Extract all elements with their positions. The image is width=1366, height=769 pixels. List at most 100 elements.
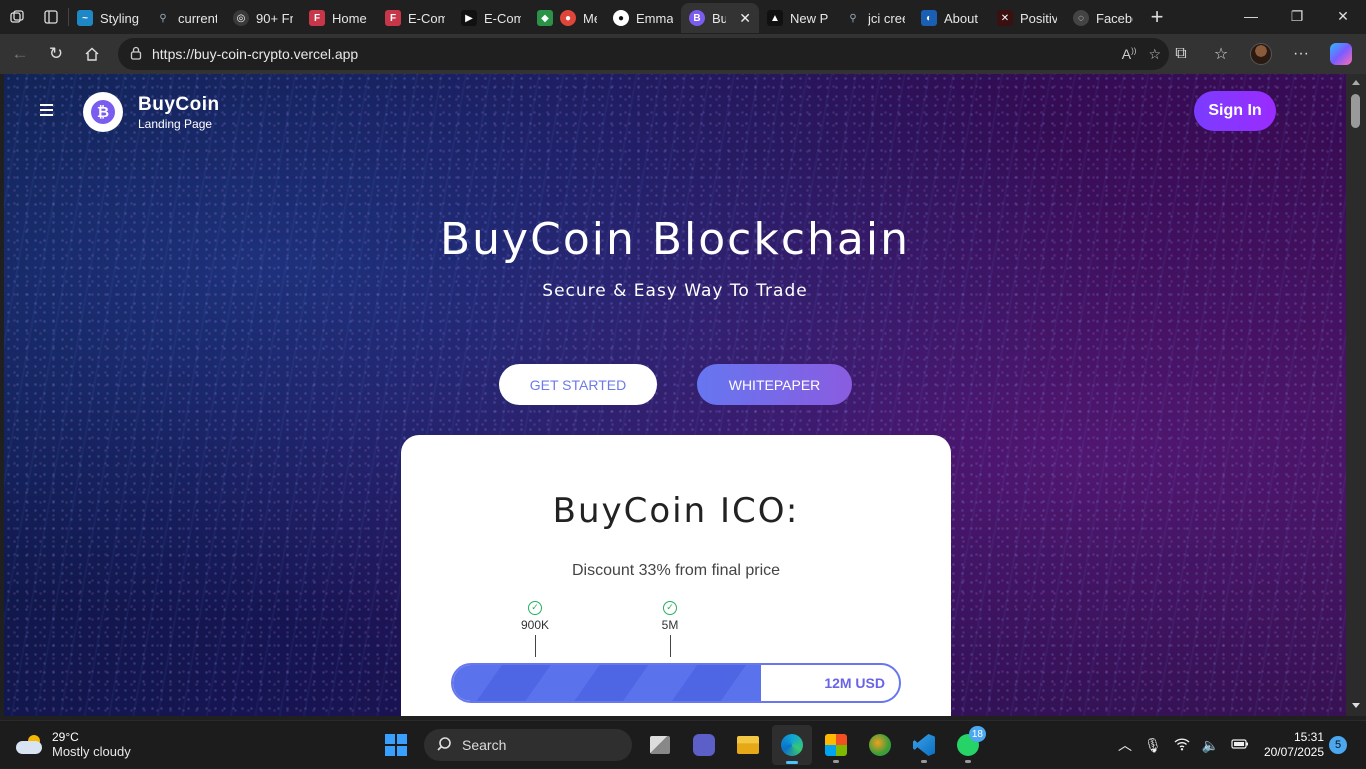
check-circle-icon: ✓ xyxy=(528,601,542,615)
tab-4[interactable]: F E-Comn xyxy=(377,3,453,33)
milestone-label: 900K xyxy=(520,618,550,632)
favorite-star-icon[interactable]: ☆ xyxy=(1148,46,1161,63)
edge-button[interactable] xyxy=(772,725,812,765)
home-icon[interactable] xyxy=(74,38,110,70)
figma-icon: F xyxy=(309,10,325,26)
scrollbar-thumb[interactable] xyxy=(1351,94,1360,128)
whitepaper-button[interactable]: WHITEPAPER xyxy=(697,364,852,405)
volume-icon[interactable]: 🔈 xyxy=(1202,737,1219,754)
close-tab-icon[interactable]: ✕ xyxy=(739,10,751,27)
tab-6[interactable]: ◆ ● Me xyxy=(529,3,605,33)
avatar xyxy=(1250,43,1272,65)
task-view-icon xyxy=(650,736,670,754)
tab-favicon-icon: ✕ xyxy=(997,10,1013,26)
clock-date: 20/07/2025 xyxy=(1263,745,1324,759)
bitcoin-icon: ₿ xyxy=(91,100,115,124)
close-window-icon[interactable]: ✕ xyxy=(1320,0,1366,32)
taskbar-clock[interactable]: 15:31 20/07/2025 xyxy=(1258,730,1324,760)
tab-3[interactable]: F Home – xyxy=(301,3,377,33)
lock-icon[interactable] xyxy=(130,46,144,63)
refresh-icon[interactable]: ↻ xyxy=(38,38,74,70)
tab-13[interactable]: ◌ Facebo xyxy=(1065,3,1141,33)
taskbar-search[interactable]: Search xyxy=(424,729,632,761)
sign-in-button[interactable]: Sign In xyxy=(1194,91,1276,131)
tab-5[interactable]: ▶ E-Comn xyxy=(453,3,529,33)
battery-icon[interactable] xyxy=(1231,737,1249,753)
restore-icon[interactable]: ❐ xyxy=(1274,0,1320,32)
running-indicator xyxy=(921,760,927,763)
profile-avatar[interactable] xyxy=(1244,38,1278,70)
tab-label: Facebo xyxy=(1096,10,1133,26)
scroll-up-icon[interactable] xyxy=(1352,80,1360,85)
edge-icon xyxy=(781,734,803,756)
milestone-label: 5M xyxy=(661,618,679,632)
tab-label: Positivu xyxy=(1020,10,1057,26)
store-button[interactable] xyxy=(816,725,856,765)
omnibox-actions: A)) ☆ xyxy=(1122,38,1161,70)
brand-name: BuyCoin xyxy=(138,94,220,115)
tab-label: New Pr xyxy=(790,10,829,26)
start-button[interactable] xyxy=(376,725,416,765)
vercel-icon: ▲ xyxy=(767,10,783,26)
weather-widget[interactable]: 29°C Mostly cloudy xyxy=(16,730,131,759)
whatsapp-button[interactable]: 18 xyxy=(948,725,988,765)
more-menu-icon[interactable]: ··· xyxy=(1284,38,1318,70)
search-icon: ⚲ xyxy=(159,12,167,24)
tab-0[interactable]: ~ Styling v xyxy=(69,3,147,33)
read-aloud-icon[interactable]: A)) xyxy=(1122,46,1137,62)
minimize-icon[interactable]: — xyxy=(1228,0,1274,32)
favorites-icon[interactable]: ☆ xyxy=(1204,38,1238,70)
window-controls: — ❐ ✕ xyxy=(1228,0,1366,32)
buycoin-favicon-icon: B xyxy=(689,10,705,26)
milestone-tick xyxy=(669,635,671,657)
store-icon xyxy=(825,734,847,756)
notification-badge[interactable]: 5 xyxy=(1329,736,1347,754)
ico-title: BuyCoin ICO: xyxy=(552,491,800,531)
folder-icon xyxy=(737,736,759,754)
hamburger-menu-icon[interactable] xyxy=(40,104,53,119)
tab-10[interactable]: ⚲ jci creec xyxy=(837,3,913,33)
milestone-2: ✓ 5M xyxy=(650,601,690,657)
tab-11[interactable]: ◐ About U xyxy=(913,3,989,33)
back-icon[interactable]: ← xyxy=(2,38,38,70)
windows-taskbar: 29°C Mostly cloudy Search 18 ︿ 🎙 🔈 15:31… xyxy=(0,720,1366,768)
microphone-icon[interactable]: 🎙 xyxy=(1144,737,1162,754)
new-tab-button[interactable]: + xyxy=(1141,2,1173,32)
task-view-button[interactable] xyxy=(640,725,680,765)
tab-2[interactable]: ◎ 90+ Fre xyxy=(225,3,301,33)
taskbar-apps: Search 18 xyxy=(376,725,988,765)
address-bar[interactable]: https://buy-coin-crypto.vercel.app A)) ☆ xyxy=(118,38,1169,70)
tab-actions-icon[interactable] xyxy=(34,0,68,34)
whatsapp-badge: 18 xyxy=(968,726,986,742)
tab-label: Home – xyxy=(332,10,369,26)
url-text: https://buy-coin-crypto.vercel.app xyxy=(152,46,359,62)
chevron-up-icon[interactable]: ︿ xyxy=(1118,735,1132,755)
chameleon-app-button[interactable] xyxy=(860,725,900,765)
copilot-icon[interactable] xyxy=(1324,38,1358,70)
wifi-icon[interactable] xyxy=(1174,737,1190,754)
vscode-button[interactable] xyxy=(904,725,944,765)
tab-12[interactable]: ✕ Positivu xyxy=(989,3,1065,33)
tab-label: currentl xyxy=(178,10,217,26)
page-viewport: ₿ BuyCoin Landing Page Sign In BuyCoin B… xyxy=(4,74,1346,716)
site-logo[interactable]: ₿ xyxy=(83,92,123,132)
milestone-1: ✓ 900K xyxy=(515,601,555,657)
chameleon-icon xyxy=(869,734,891,756)
toolbar-right: ⧉ ☆ ··· xyxy=(1164,34,1358,74)
tab-label: jci creec xyxy=(868,10,905,26)
teams-button[interactable] xyxy=(684,725,724,765)
get-started-button[interactable]: GET STARTED xyxy=(499,364,657,405)
progress-fill xyxy=(453,665,761,701)
brand[interactable]: BuyCoin Landing Page xyxy=(138,94,220,131)
tab-7[interactable]: ● Emman xyxy=(605,3,681,33)
workspaces-icon[interactable] xyxy=(0,0,34,34)
tab-favicon-icon: ◎ xyxy=(233,10,249,26)
page-scrollbar[interactable] xyxy=(1346,74,1366,716)
file-explorer-button[interactable] xyxy=(728,725,768,765)
tab-8-active[interactable]: B Bu ✕ xyxy=(681,3,759,33)
scroll-down-icon[interactable] xyxy=(1352,703,1360,708)
tab-1[interactable]: ⚲ currentl xyxy=(147,3,225,33)
extensions-icon[interactable]: ⧉ xyxy=(1164,38,1198,70)
tab-9[interactable]: ▲ New Pr xyxy=(759,3,837,33)
tab-label: Me xyxy=(583,10,597,26)
